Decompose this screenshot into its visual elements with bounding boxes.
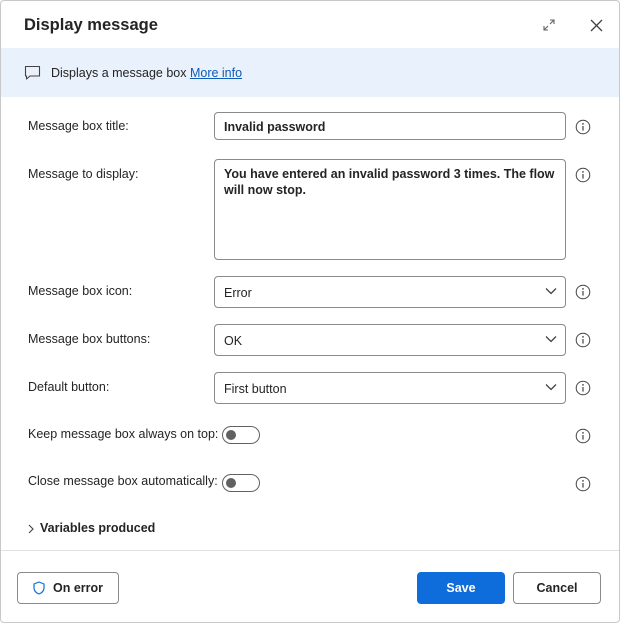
toggle-knob	[226, 430, 236, 440]
title-info-icon[interactable]	[575, 119, 591, 135]
autoclose-info-icon[interactable]	[575, 476, 591, 492]
on-error-button[interactable]: On error	[17, 572, 119, 604]
footer-divider	[1, 550, 619, 551]
default-button-info-icon[interactable]	[575, 380, 591, 396]
chevron-down-icon	[545, 288, 557, 295]
save-button[interactable]: Save	[417, 572, 505, 604]
icon-label: Message box icon:	[28, 284, 133, 298]
message-textarea[interactable]: You have entered an invalid password 3 t…	[214, 159, 566, 260]
autoclose-label: Close message box automatically:	[28, 474, 218, 488]
more-info-link[interactable]: More info	[190, 66, 242, 80]
buttons-label: Message box buttons:	[28, 332, 151, 346]
title-label: Message box title:	[28, 119, 129, 133]
ontop-label: Keep message box always on top:	[28, 427, 219, 441]
info-banner: Displays a message box More info	[1, 48, 619, 97]
shield-icon	[33, 581, 45, 595]
autoclose-toggle[interactable]	[222, 474, 260, 492]
variables-produced-label: Variables produced	[40, 521, 156, 535]
expand-icon	[543, 19, 555, 31]
on-error-label: On error	[52, 581, 103, 595]
banner-text: Displays a message box More info	[51, 66, 243, 80]
icon-select-value: Error	[224, 286, 252, 300]
expand-button[interactable]	[537, 13, 561, 37]
default-button-select[interactable]: First button	[214, 372, 566, 404]
chat-bubble-icon	[24, 65, 41, 80]
cancel-button[interactable]: Cancel	[513, 572, 601, 604]
buttons-info-icon[interactable]	[575, 332, 591, 348]
chevron-down-icon	[545, 384, 557, 391]
ontop-info-icon[interactable]	[575, 428, 591, 444]
buttons-select-value: OK	[224, 334, 243, 348]
icon-select[interactable]: Error	[214, 276, 566, 308]
close-button[interactable]	[584, 13, 608, 37]
title-input[interactable]: Invalid password	[214, 112, 566, 140]
message-info-icon[interactable]	[575, 167, 591, 183]
buttons-select[interactable]: OK	[214, 324, 566, 356]
message-label: Message to display:	[28, 167, 139, 181]
dialog-title: Display message	[24, 16, 158, 34]
chevron-down-icon	[545, 336, 557, 343]
toggle-knob	[226, 478, 236, 488]
close-icon	[590, 19, 602, 31]
variables-produced-toggle[interactable]: Variables produced	[28, 521, 155, 535]
default-button-select-value: First button	[224, 382, 287, 396]
chevron-right-icon	[28, 524, 34, 534]
default-button-label: Default button:	[28, 380, 110, 394]
ontop-toggle[interactable]	[222, 426, 260, 444]
icon-info-icon[interactable]	[575, 284, 591, 300]
display-message-dialog: Display message Displays a message box M…	[0, 0, 620, 623]
